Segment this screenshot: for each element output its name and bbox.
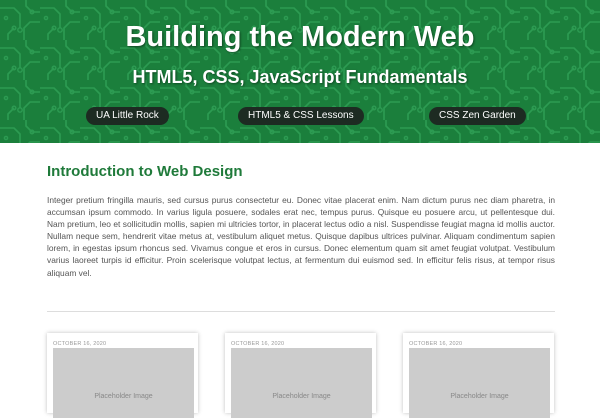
card-date: October 16, 2020 (409, 341, 463, 347)
nav-link-ua-little-rock[interactable]: UA Little Rock (86, 107, 169, 125)
article-card[interactable]: October 16, 2020 Placeholder Image (403, 333, 554, 418)
card-date: October 16, 2020 (53, 341, 107, 347)
article-card[interactable]: October 16, 2020 Placeholder Image (225, 333, 376, 418)
placeholder-image-label: Placeholder Image (94, 393, 153, 400)
page-title: Building the Modern Web (125, 21, 475, 53)
placeholder-image-label: Placeholder Image (272, 393, 331, 400)
article-card[interactable]: October 16, 2020 Placeholder Image (47, 333, 198, 418)
hero-banner: Building the Modern Web HTML5, CSS, Java… (0, 0, 600, 143)
section-divider (47, 311, 555, 312)
placeholder-image-label: Placeholder Image (450, 393, 509, 400)
placeholder-image: Placeholder Image (409, 348, 550, 418)
card-date: October 16, 2020 (231, 341, 285, 347)
intro-section: Introduction to Web Design Integer preti… (47, 163, 555, 279)
intro-heading: Introduction to Web Design (47, 163, 243, 180)
placeholder-image: Placeholder Image (53, 348, 194, 418)
nav-link-html5-css-lessons[interactable]: HTML5 & CSS Lessons (238, 107, 364, 125)
placeholder-image: Placeholder Image (231, 348, 372, 418)
nav-link-css-zen-garden[interactable]: CSS Zen Garden (429, 107, 526, 125)
intro-paragraph: Integer pretium fringilla mauris, sed cu… (47, 195, 555, 278)
page-subtitle: HTML5, CSS, JavaScript Fundamentals (132, 67, 468, 87)
